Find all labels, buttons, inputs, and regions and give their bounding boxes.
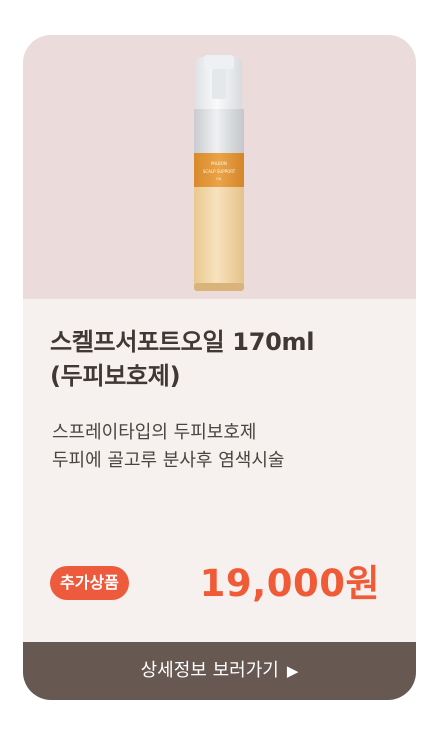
svg-text:SCALP SUPPORT: SCALP SUPPORT: [203, 169, 236, 174]
product-name[interactable]: 스켈프서포트오일 170ml: [50, 328, 314, 356]
description-line-2: 두피에 골고루 분사후 염색시술: [52, 450, 285, 471]
add-on-product-badge: 추가상품: [50, 566, 129, 600]
description-line-1: 스프레이타입의 두피보호제: [52, 422, 257, 443]
product-subtitle[interactable]: (두피보호제): [50, 362, 181, 390]
product-title[interactable]: 스켈프서포트오일 170ml (두피보호제): [50, 325, 390, 393]
product-card[interactable]: MILBON SCALP SUPPORT OIL 스켈프서포트오일 170ml …: [23, 35, 416, 700]
view-details-button[interactable]: 상세정보 보러가기 ▶: [23, 642, 416, 700]
svg-text:OIL: OIL: [216, 177, 222, 181]
svg-text:MILBON: MILBON: [211, 161, 227, 166]
play-arrow-icon: ▶: [286, 662, 299, 680]
product-bottle-image: MILBON SCALP SUPPORT OIL: [194, 55, 244, 291]
product-description: 스프레이타입의 두피보호제 두피에 골고루 분사후 염색시술: [52, 419, 382, 475]
product-price: 19,000원: [199, 562, 380, 605]
product-image-area[interactable]: MILBON SCALP SUPPORT OIL: [23, 35, 416, 299]
product-info: 스켈프서포트오일 170ml (두피보호제) 스프레이타입의 두피보호제 두피에…: [23, 299, 416, 642]
view-details-label: 상세정보 보러가기: [140, 660, 279, 681]
